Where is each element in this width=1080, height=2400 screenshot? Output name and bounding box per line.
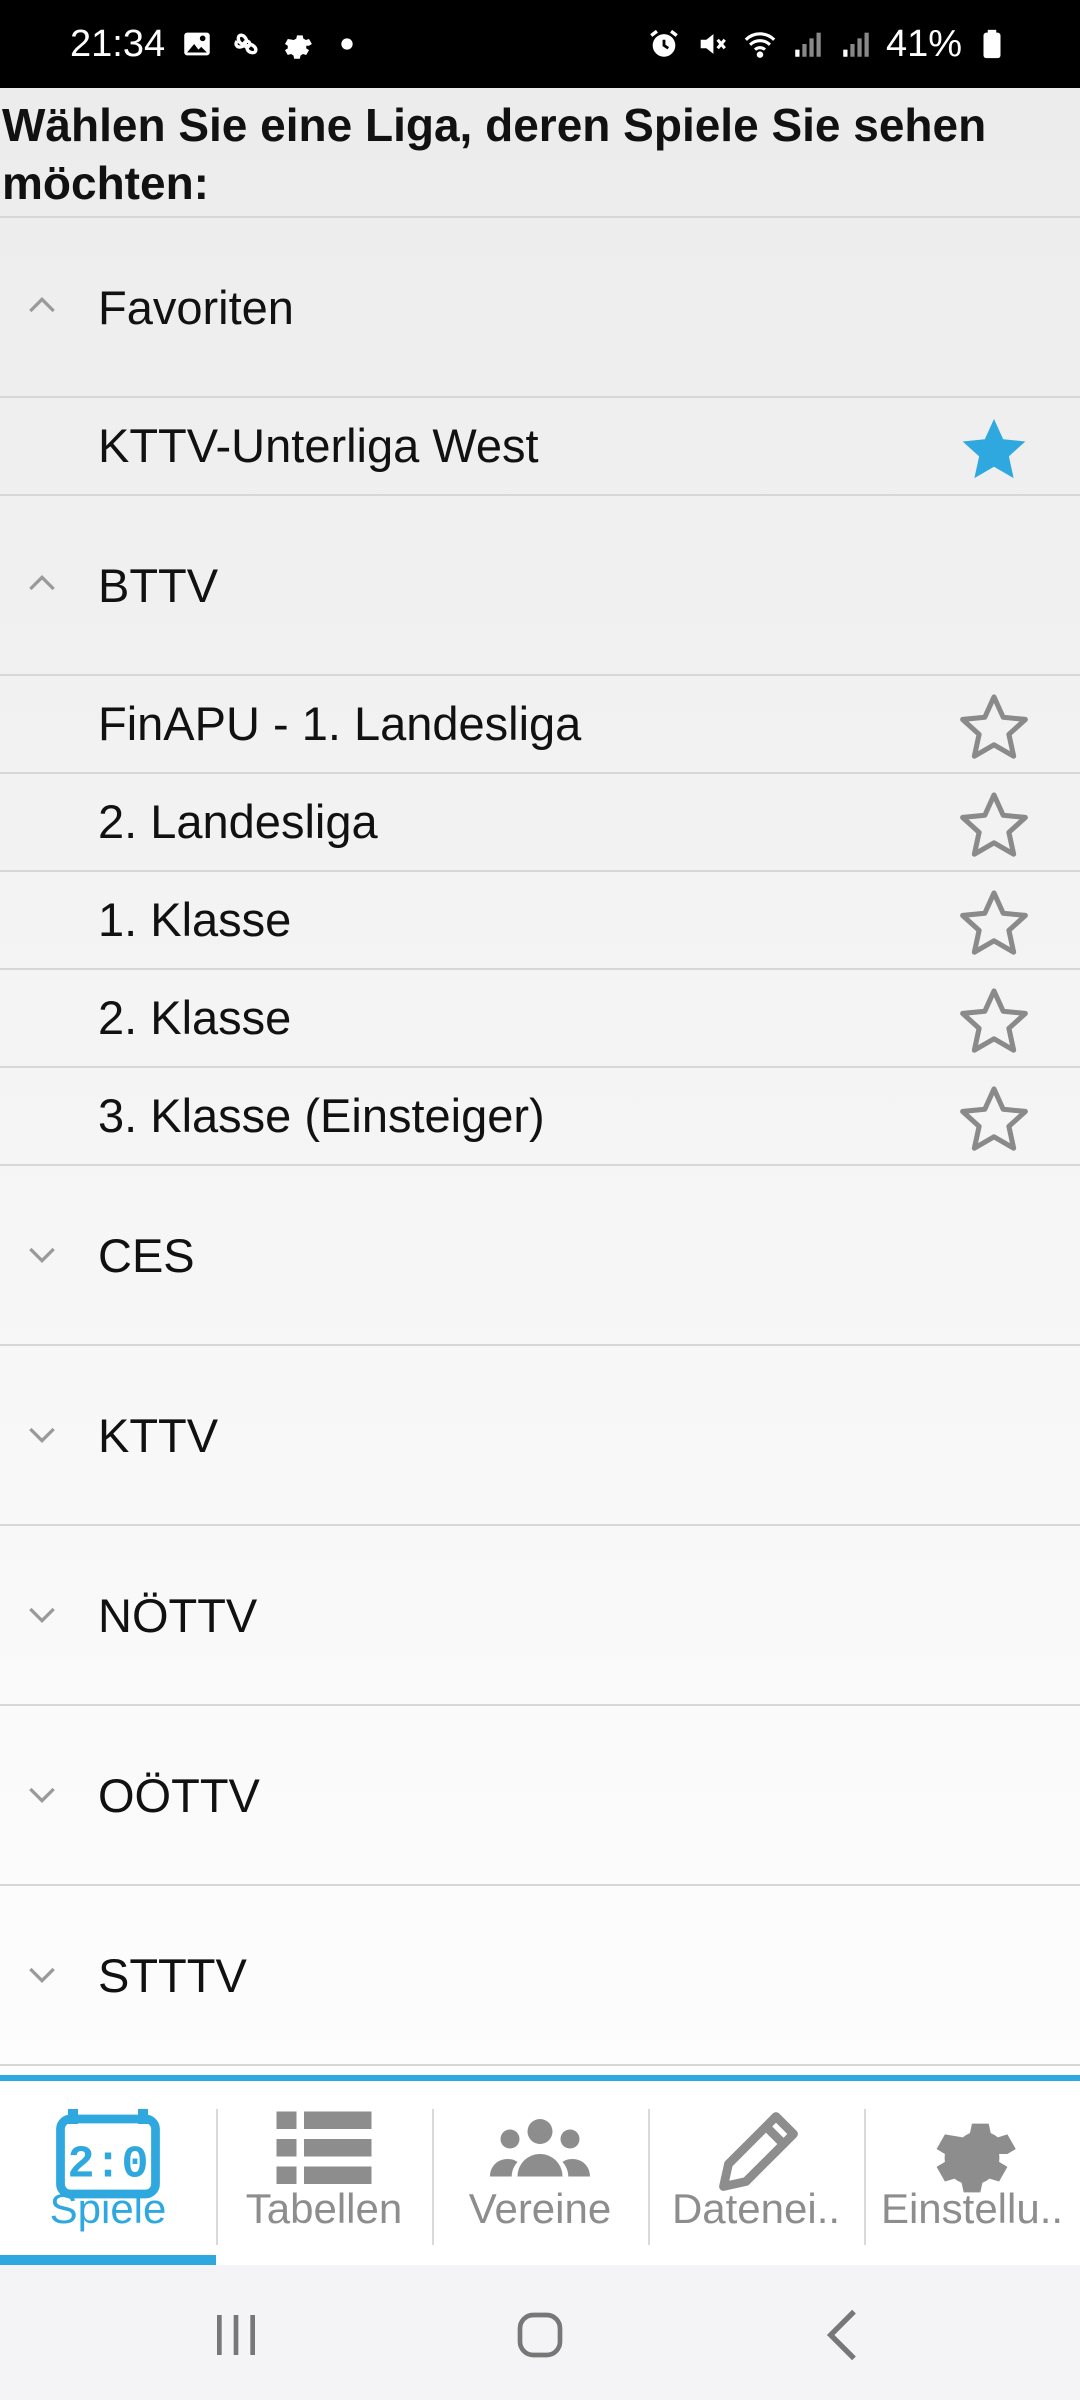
league-label: KTTV-Unterliga West xyxy=(98,419,539,472)
recent-apps-button[interactable] xyxy=(196,2295,276,2375)
chevron-down-icon xyxy=(22,1954,62,1994)
league-selection-screen: Wählen Sie eine Liga, deren Spiele Sie s… xyxy=(0,88,1080,2078)
alarm-icon xyxy=(646,26,682,62)
bottom-tab-bar: 2:0 Spiele Tabellen Vereine Datenei.. Einstel… xyxy=(0,2075,1080,2265)
group-header-0[interactable]: Favoriten xyxy=(0,218,1080,398)
chevron-down-icon xyxy=(22,1414,62,1454)
group-label: STTTV xyxy=(98,1949,247,2002)
svg-text:2:0: 2:0 xyxy=(67,2140,148,2191)
home-button[interactable] xyxy=(500,2295,580,2375)
signal-icon xyxy=(838,26,874,62)
back-button[interactable] xyxy=(804,2295,884,2375)
group-header-6[interactable]: STTTV xyxy=(0,1886,1080,2066)
fan-icon xyxy=(229,26,265,62)
signal-icon xyxy=(790,26,826,62)
list-icon xyxy=(269,2099,379,2199)
group-header-3[interactable]: KTTV xyxy=(0,1346,1080,1526)
scoreboard-icon: 2:0 xyxy=(53,2099,163,2199)
star-outline-icon[interactable] xyxy=(956,984,1032,1060)
tab-label: Tabellen xyxy=(245,2185,403,2232)
chevron-down-icon xyxy=(22,1774,62,1814)
star-filled-icon[interactable] xyxy=(956,412,1032,488)
group-header-2[interactable]: CES xyxy=(0,1166,1080,1346)
tab-4[interactable]: Einstellu.. xyxy=(864,2081,1080,2265)
league-label: 1. Klasse xyxy=(98,893,292,946)
battery-percent: 41% xyxy=(885,22,962,65)
back-icon xyxy=(826,2309,856,2361)
tab-label: Spiele xyxy=(49,2185,167,2232)
league-item[interactable]: KTTV-Unterliga West xyxy=(0,398,1080,496)
league-item[interactable]: 2. Klasse xyxy=(0,970,1080,1068)
group-label: CES xyxy=(98,1229,195,1282)
group-label: Favoriten xyxy=(98,281,294,334)
league-list: Favoriten KTTV-Unterliga West BTTV FinAPU -… xyxy=(0,216,1080,2066)
settings-gear-icon xyxy=(279,26,315,62)
gear-icon xyxy=(917,2099,1027,2199)
league-label: 2. Landesliga xyxy=(98,795,378,848)
page-title: Wählen Sie eine Liga, deren Spiele Sie s… xyxy=(2,99,987,209)
tab-label: Einstellu.. xyxy=(880,2185,1064,2232)
recent-apps-icon xyxy=(217,2315,255,2355)
system-navigation-bar xyxy=(0,2265,1080,2400)
status-time: 21:34 xyxy=(70,22,166,65)
league-item[interactable]: 1. Klasse xyxy=(0,872,1080,970)
mute-icon xyxy=(694,26,730,62)
group-header-4[interactable]: NÖTTV xyxy=(0,1526,1080,1706)
group-label: KTTV xyxy=(98,1409,219,1462)
star-outline-icon[interactable] xyxy=(956,690,1032,766)
tab-3[interactable]: Datenei.. xyxy=(648,2081,864,2265)
group-header-5[interactable]: OÖTTV xyxy=(0,1706,1080,1886)
chevron-down-icon xyxy=(22,1234,62,1274)
star-outline-icon[interactable] xyxy=(956,886,1032,962)
league-label: FinAPU - 1. Landesliga xyxy=(98,697,582,750)
league-label: 3. Klasse (Einsteiger) xyxy=(98,1089,545,1142)
status-bar-right: 41% xyxy=(646,0,1010,88)
dot-icon xyxy=(329,26,365,62)
star-outline-icon[interactable] xyxy=(956,1082,1032,1158)
tab-label: Vereine xyxy=(468,2185,612,2232)
league-item[interactable]: FinAPU - 1. Landesliga xyxy=(0,676,1080,774)
league-item[interactable]: 2. Landesliga xyxy=(0,774,1080,872)
group-icon xyxy=(485,2099,595,2199)
gallery-icon xyxy=(179,26,215,62)
status-bar: 21:34 41% xyxy=(0,0,1080,88)
chevron-down-icon xyxy=(22,1594,62,1634)
group-label: NÖTTV xyxy=(98,1589,258,1642)
home-icon xyxy=(517,2312,563,2358)
tab-0[interactable]: 2:0 Spiele xyxy=(0,2081,216,2265)
group-label: BTTV xyxy=(98,559,219,612)
group-header-1[interactable]: BTTV xyxy=(0,496,1080,676)
chevron-up-icon xyxy=(22,564,62,604)
chevron-up-icon xyxy=(22,286,62,326)
pencil-icon xyxy=(701,2099,811,2199)
battery-icon xyxy=(974,26,1010,62)
tab-1[interactable]: Tabellen xyxy=(216,2081,432,2265)
tab-label: Datenei.. xyxy=(671,2185,841,2232)
group-label: OÖTTV xyxy=(98,1769,260,1822)
star-outline-icon[interactable] xyxy=(956,788,1032,864)
status-bar-left: 21:34 xyxy=(70,0,365,88)
tab-2[interactable]: Vereine xyxy=(432,2081,648,2265)
league-item[interactable]: 3. Klasse (Einsteiger) xyxy=(0,1068,1080,1166)
wifi-icon xyxy=(742,26,778,62)
league-label: 2. Klasse xyxy=(98,991,292,1044)
